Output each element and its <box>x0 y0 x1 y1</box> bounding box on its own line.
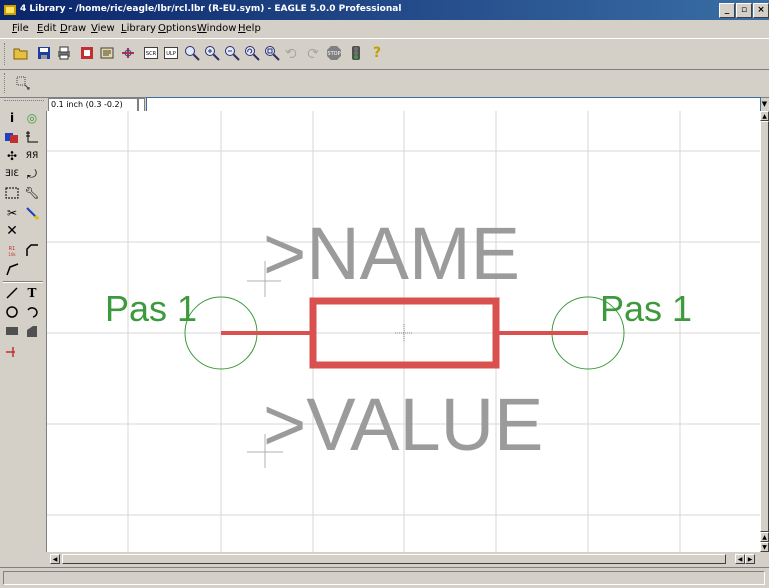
help-icon[interactable]: ? <box>369 45 385 61</box>
toolbar2-grip[interactable] <box>4 73 8 93</box>
svg-text:SCR: SCR <box>146 51 157 57</box>
value-placeholder-label[interactable]: >VALUE <box>263 383 543 466</box>
horizontal-scrollbar[interactable]: ◀ ◀ ▶ <box>46 553 760 565</box>
ulp-icon[interactable] <box>120 45 136 61</box>
scroll-up-button[interactable]: ▲ <box>760 111 769 121</box>
symbol-drawing[interactable]: >NAME >VALUE Pas 1 Pas 1 <box>47 111 761 552</box>
rotate-icon[interactable]: ⤾ <box>23 165 41 183</box>
zoom-redraw-icon[interactable] <box>244 45 260 61</box>
move-icon[interactable]: ✣ <box>3 147 21 165</box>
maximize-button[interactable]: ▫ <box>736 3 752 18</box>
redo-icon[interactable] <box>304 45 320 61</box>
status-bar <box>0 567 769 588</box>
undo-icon[interactable] <box>284 45 300 61</box>
vertical-scrollbar[interactable]: ▲ ▲ ▼ <box>760 111 769 552</box>
paint-icon[interactable] <box>23 204 41 222</box>
script-icon[interactable] <box>99 45 115 61</box>
eagle-app-icon[interactable] <box>3 3 17 17</box>
svg-text:10k: 10k <box>8 252 16 257</box>
left-tool-palette: i ◎ ✣ ЯЯ ƎΙƐ ⤾ 🔧︎ ✂︎ ✕ R1 10k T <box>0 98 46 568</box>
minimize-button[interactable]: _ <box>719 3 735 18</box>
cut-paste-icon[interactable]: ✂︎ <box>3 204 21 222</box>
scr-icon[interactable]: SCR <box>143 45 159 61</box>
scroll-left-button-2[interactable]: ◀ <box>735 554 745 564</box>
coordinate-display: 0.1 inch (0.3 -0.2) <box>48 98 138 112</box>
menu-view[interactable]: View <box>91 23 115 34</box>
delete-icon[interactable]: ✕ <box>3 222 21 240</box>
display-layers-icon[interactable] <box>3 128 21 146</box>
menu-draw[interactable]: Draw <box>60 23 86 34</box>
parameter-toolbar <box>0 69 769 98</box>
command-input[interactable] <box>147 98 768 112</box>
vertical-scroll-thumb[interactable] <box>760 121 769 532</box>
mark-icon[interactable] <box>23 128 41 146</box>
circle-icon[interactable] <box>3 303 21 321</box>
pin-icon[interactable] <box>3 342 21 360</box>
pin-left-label[interactable]: Pas 1 <box>105 288 197 329</box>
stop-label: STOP <box>327 51 340 57</box>
menu-bar: File Edit Draw View Library Options Wind… <box>0 20 769 38</box>
save-icon[interactable] <box>36 45 52 61</box>
menu-window[interactable]: Window <box>197 23 236 34</box>
text-icon[interactable]: T <box>23 284 41 302</box>
main-toolbar: SCR ULP STOP ? <box>0 38 769 70</box>
info-icon[interactable]: i <box>3 109 21 127</box>
miter-icon[interactable] <box>23 241 41 259</box>
arc-icon[interactable] <box>23 303 41 321</box>
name-icon[interactable]: R1 10k <box>3 241 21 259</box>
scroll-down-button-2[interactable]: ▼ <box>760 542 769 552</box>
scroll-right-button[interactable]: ▶ <box>745 554 755 564</box>
menu-edit[interactable]: Edit <box>37 23 56 34</box>
menu-file[interactable]: File <box>12 23 29 34</box>
print-icon[interactable] <box>56 45 72 61</box>
ulp2-icon[interactable]: ULP <box>163 45 179 61</box>
close-button[interactable]: × <box>753 3 769 18</box>
copy-icon[interactable]: ЯЯ <box>23 147 41 165</box>
split-icon[interactable] <box>3 260 21 278</box>
command-dropdown-arrow[interactable]: ▼ <box>760 98 769 110</box>
zoom-out-icon[interactable] <box>224 45 240 61</box>
pin-right-label[interactable]: Pas 1 <box>600 288 692 329</box>
rect-icon[interactable] <box>3 322 21 340</box>
grid <box>47 111 761 552</box>
open-icon[interactable] <box>13 45 29 61</box>
command-history-box[interactable] <box>138 98 145 112</box>
group-icon[interactable] <box>3 184 21 202</box>
scroll-left-button[interactable]: ◀ <box>50 554 60 564</box>
zoom-select-icon[interactable] <box>264 45 280 61</box>
status-text <box>3 571 765 585</box>
svg-text:ULP: ULP <box>166 51 175 57</box>
mirror-icon[interactable]: ƎΙƐ <box>3 165 21 183</box>
cam-icon[interactable] <box>79 45 95 61</box>
go-icon[interactable] <box>348 45 364 61</box>
scroll-down-button-1[interactable]: ▲ <box>760 532 769 542</box>
wire-icon[interactable] <box>3 284 21 302</box>
window-title: 4 Library - /home/ric/eagle/lbr/rcl.lbr … <box>20 4 402 14</box>
palette-separator <box>3 281 43 283</box>
menu-options[interactable]: Options <box>158 23 197 34</box>
menu-library[interactable]: Library <box>121 23 156 34</box>
show-icon[interactable]: ◎ <box>23 109 41 127</box>
zoom-in-icon[interactable] <box>204 45 220 61</box>
command-line[interactable] <box>146 97 768 112</box>
change-icon[interactable]: 🔧︎ <box>23 184 41 202</box>
name-placeholder-label[interactable]: >NAME <box>263 212 520 295</box>
drawing-canvas[interactable]: >NAME >VALUE Pas 1 Pas 1 <box>46 111 761 552</box>
title-bar: 4 Library - /home/ric/eagle/lbr/rcl.lbr … <box>0 0 769 20</box>
zoom-fit-icon[interactable] <box>184 45 200 61</box>
toolbar-grip[interactable] <box>4 43 8 65</box>
polygon-icon[interactable] <box>23 322 41 340</box>
select-layer-icon[interactable] <box>15 75 31 91</box>
stop-icon[interactable]: STOP <box>326 45 342 61</box>
menu-help[interactable]: Help <box>238 23 261 34</box>
horizontal-scroll-thumb[interactable] <box>62 554 726 564</box>
